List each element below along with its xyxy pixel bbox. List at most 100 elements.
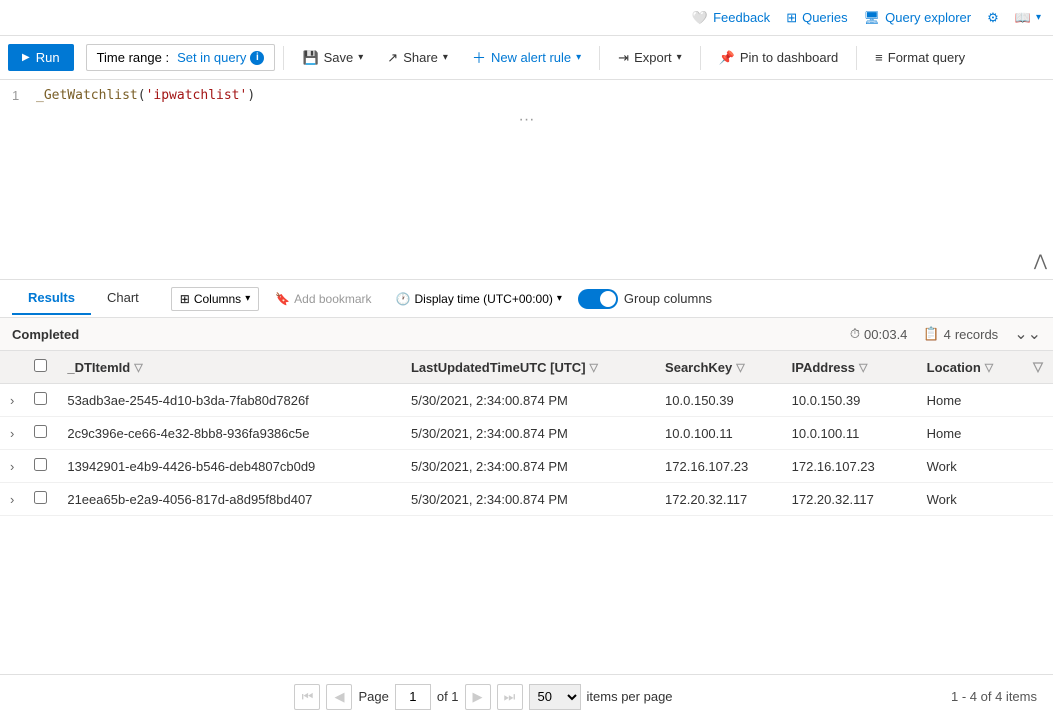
row-checkbox-2[interactable] (24, 450, 57, 483)
row-extra-3 (1023, 483, 1053, 516)
row-expand-2[interactable]: › (0, 450, 24, 483)
share-chevron-icon: ▾ (443, 52, 448, 63)
prev-page-button[interactable]: ◀ (326, 684, 352, 710)
row-expand-3[interactable]: › (0, 483, 24, 516)
queries-label: Queries (802, 10, 848, 25)
export-button[interactable]: ⇥ Export ▾ (608, 45, 692, 71)
row-dtitemid-0: 53adb3ae-2545-4d10-b3da-7fab80d7826f (57, 384, 401, 417)
queries-icon: ⊞ (786, 10, 797, 26)
divider-1 (283, 46, 284, 70)
th-dtitemid: _DTItemId ▽ (57, 351, 401, 384)
time-range-button[interactable]: Time range : Set in query i (86, 44, 276, 71)
row-ipaddress-2: 172.16.107.23 (782, 450, 917, 483)
feedback-button[interactable]: 🤍 Feedback (692, 10, 770, 26)
add-bookmark-button[interactable]: 🔖 Add bookmark (267, 288, 379, 310)
display-time-button[interactable]: 🕐 Display time (UTC+00:00) ▾ (388, 288, 570, 310)
row-lastupdated-2: 5/30/2021, 2:34:00.874 PM (401, 450, 655, 483)
toggle-switch-control[interactable] (578, 289, 618, 309)
pin-icon: 📌 (719, 50, 735, 66)
query-explorer-icon: 🖥 (864, 10, 881, 26)
columns-button[interactable]: ⊞ Columns ▾ (171, 287, 259, 311)
row-searchkey-0: 10.0.150.39 (655, 384, 782, 417)
row-location-2: Work (917, 450, 1023, 483)
settings-button[interactable]: ⚙ (987, 10, 999, 26)
format-query-button[interactable]: ≡ Format query (865, 45, 975, 70)
paren-open: ( (138, 88, 146, 103)
results-table-wrapper: _DTItemId ▽ LastUpdatedTimeUTC [UTC] ▽ S… (0, 351, 1053, 674)
records-label: records (955, 327, 998, 342)
divider-3 (700, 46, 701, 70)
page-input[interactable] (395, 684, 431, 710)
items-per-page-select[interactable]: 50 100 200 (529, 684, 581, 710)
dtitemid-filter-icon[interactable]: ▽ (134, 361, 142, 374)
table-row: › 53adb3ae-2545-4d10-b3da-7fab80d7826f 5… (0, 384, 1053, 417)
row-extra-2 (1023, 450, 1053, 483)
th-extra-filter: ▽ (1023, 351, 1053, 384)
run-button[interactable]: ▶ Run (8, 44, 74, 71)
last-page-button[interactable]: ⏭ (497, 684, 523, 710)
row-searchkey-3: 172.20.32.117 (655, 483, 782, 516)
table-row: › 21eea65b-e2a9-4056-817d-a8d95f8bd407 5… (0, 483, 1053, 516)
gear-icon: ⚙ (987, 10, 999, 26)
share-label: Share (403, 50, 438, 65)
row-expand-1[interactable]: › (0, 417, 24, 450)
status-completed: Completed (12, 327, 79, 342)
group-columns-label: Group columns (624, 291, 712, 306)
items-per-page-label: items per page (587, 689, 673, 704)
share-icon: ↗ (387, 50, 398, 66)
query-editor[interactable]: 1 _GetWatchlist('ipwatchlist') ··· ⋀ (0, 80, 1053, 280)
tab-results[interactable]: Results (12, 282, 91, 315)
dots-indicator: ··· (0, 111, 1053, 133)
plus-icon: ＋ (472, 48, 486, 68)
share-button[interactable]: ↗ Share ▾ (377, 45, 458, 71)
format-label: Format query (888, 50, 965, 65)
searchkey-filter-icon[interactable]: ▽ (736, 361, 744, 374)
display-time-label: Display time (UTC+00:00) (415, 292, 553, 306)
clock-icon: 🕐 (396, 292, 411, 306)
pin-dashboard-button[interactable]: 📌 Pin to dashboard (709, 45, 848, 71)
row-searchkey-1: 10.0.100.11 (655, 417, 782, 450)
row-ipaddress-0: 10.0.150.39 (782, 384, 917, 417)
first-page-button[interactable]: ⏮ (294, 684, 320, 710)
info-icon: i (250, 51, 264, 65)
query-explorer-button[interactable]: 🖥 Query explorer (864, 10, 972, 26)
run-label: Run (36, 50, 60, 65)
lastupdated-filter-icon[interactable]: ▽ (590, 361, 598, 374)
query-code[interactable]: _GetWatchlist('ipwatchlist') (36, 88, 255, 103)
new-alert-button[interactable]: ＋ New alert rule ▾ (462, 43, 591, 73)
group-columns-toggle[interactable]: Group columns (578, 289, 712, 309)
location-filter-icon[interactable]: ▽ (985, 361, 993, 374)
tab-chart[interactable]: Chart (91, 282, 155, 315)
line-number: 1 (12, 88, 36, 103)
ipaddress-filter-icon[interactable]: ▽ (859, 361, 867, 374)
play-icon: ▶ (22, 52, 30, 63)
row-lastupdated-0: 5/30/2021, 2:34:00.874 PM (401, 384, 655, 417)
save-button[interactable]: 💾 Save ▾ (292, 45, 373, 71)
row-checkbox-3[interactable] (24, 483, 57, 516)
scroll-up-button[interactable]: ⋀ (1034, 251, 1047, 271)
th-searchkey: SearchKey ▽ (655, 351, 782, 384)
action-toolbar: ▶ Run Time range : Set in query i 💾 Save… (0, 36, 1053, 80)
book-button[interactable]: 📖 ▾ (1015, 10, 1041, 26)
row-checkbox-0[interactable] (24, 384, 57, 417)
time-chevron-icon: ▾ (557, 293, 562, 304)
export-label: Export (634, 50, 672, 65)
extra-filter-icon[interactable]: ▽ (1033, 359, 1043, 374)
columns-chevron-icon: ▾ (245, 293, 250, 304)
timer-icon: ⏱ (850, 326, 860, 342)
export-icon: ⇥ (618, 50, 629, 66)
select-all-checkbox[interactable] (34, 359, 47, 372)
records-number: 4 (944, 327, 951, 342)
expand-icon[interactable]: ⌄⌄ (1014, 324, 1041, 344)
save-label: Save (324, 50, 354, 65)
queries-button[interactable]: ⊞ Queries (786, 10, 847, 26)
row-expand-0[interactable]: › (0, 384, 24, 417)
th-ipaddress: IPAddress ▽ (782, 351, 917, 384)
add-bookmark-label: Add bookmark (294, 292, 371, 306)
save-icon: 💾 (302, 50, 318, 66)
row-checkbox-1[interactable] (24, 417, 57, 450)
row-location-0: Home (917, 384, 1023, 417)
next-page-button[interactable]: ▶ (465, 684, 491, 710)
chevron-down-icon: ▾ (1036, 12, 1041, 23)
row-dtitemid-1: 2c9c396e-ce66-4e32-8bb8-936fa9386c5e (57, 417, 401, 450)
